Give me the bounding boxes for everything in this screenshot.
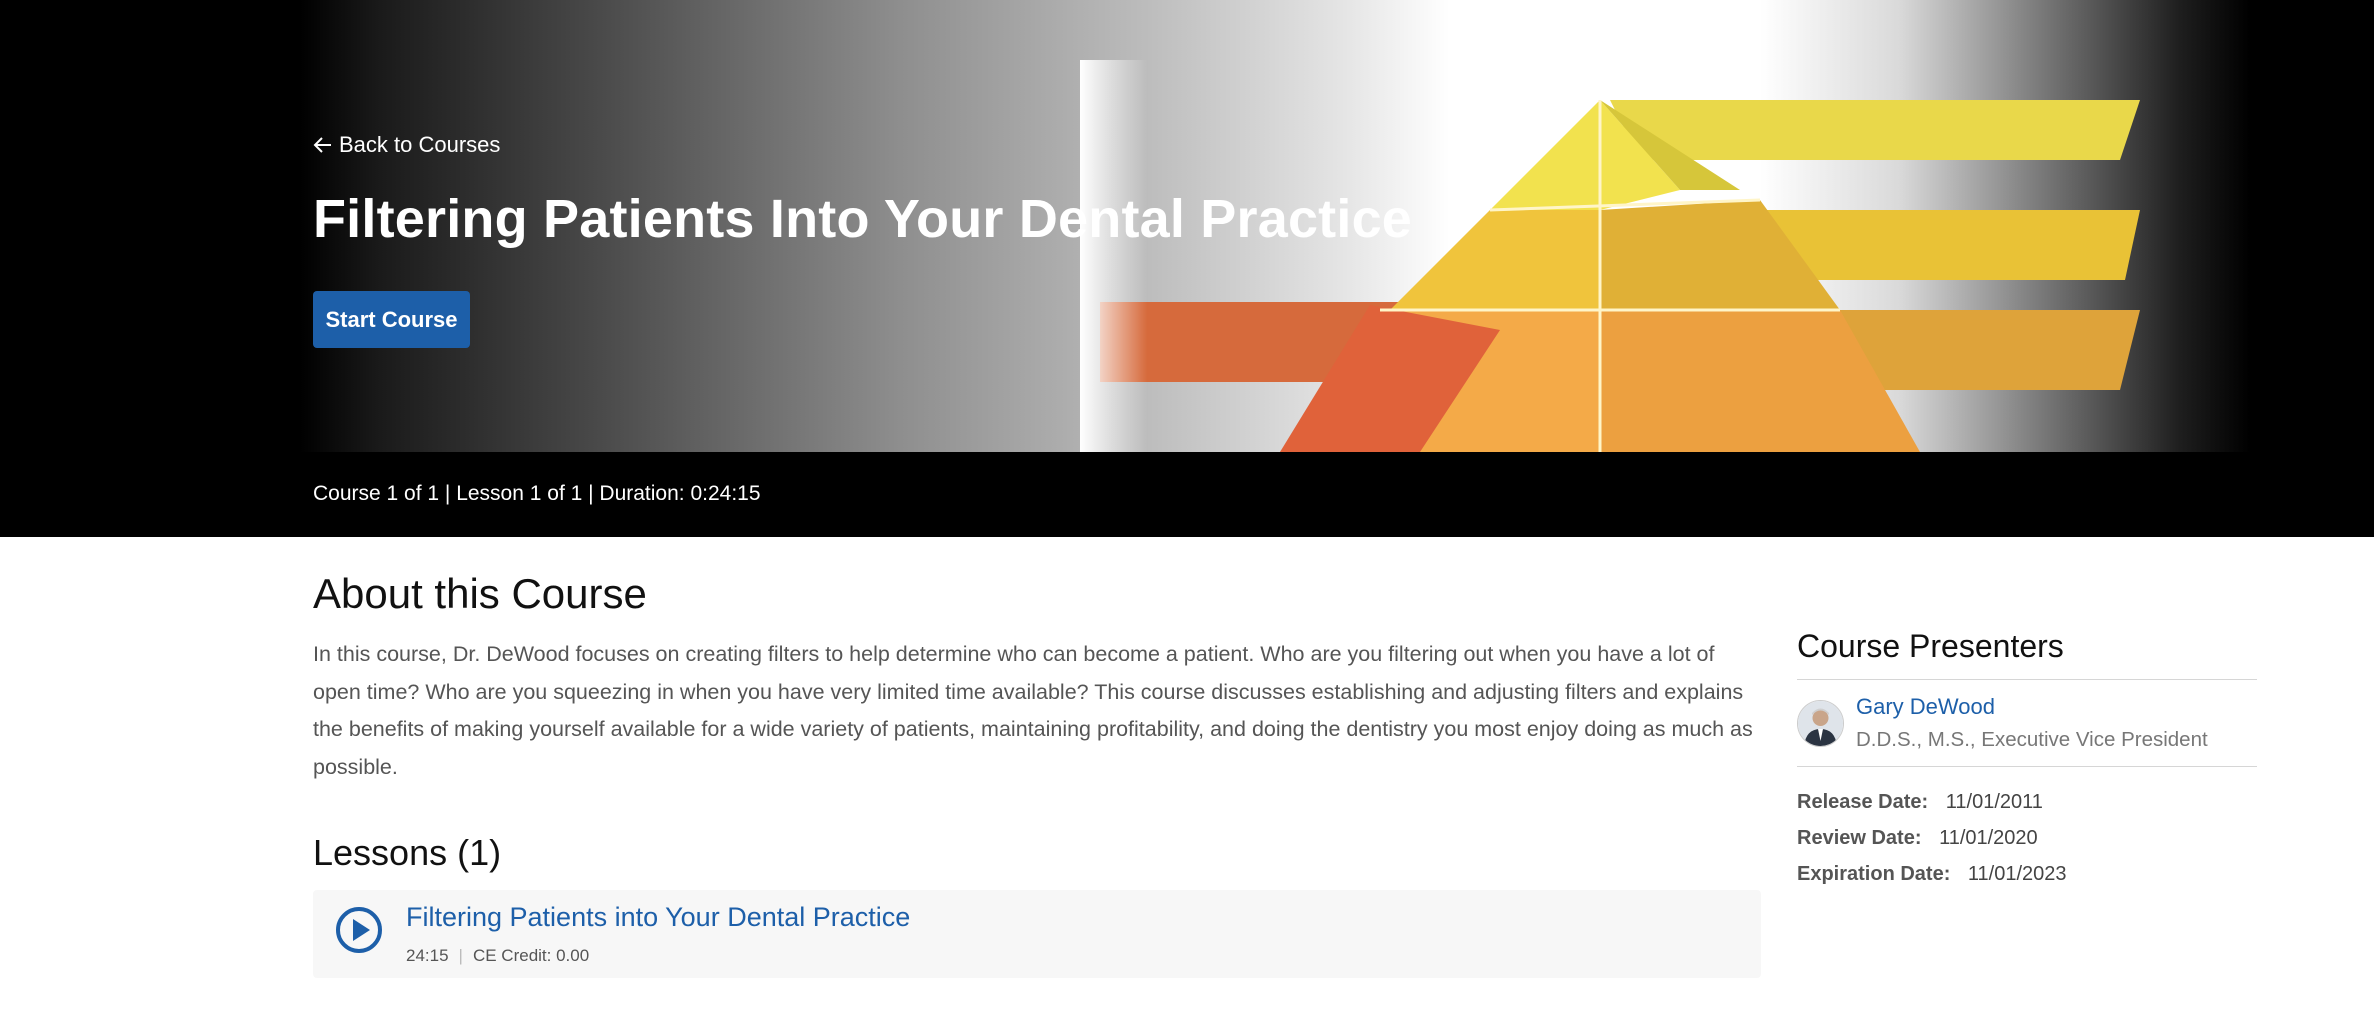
review-date-label: Review Date: — [1797, 827, 1922, 849]
presenters-title: Course Presenters — [1797, 628, 2064, 664]
release-date-label: Release Date: — [1797, 791, 1929, 813]
presenter-avatar — [1797, 699, 1844, 747]
course-title: Filtering Patients Into Your Dental Prac… — [313, 189, 1413, 249]
release-date-value: 11/01/2011 — [1945, 791, 2043, 813]
release-date-row: Release Date: 11/01/2011 — [1797, 791, 2257, 814]
expiration-date-label: Expiration Date: — [1797, 863, 1951, 885]
arrow-left-icon — [313, 137, 331, 153]
presenter-role: D.D.S., M.S., Executive Vice President — [1856, 728, 2208, 751]
play-circle-icon[interactable] — [335, 906, 383, 954]
back-link-label: Back to Courses — [339, 132, 501, 157]
course-meta-text: Course 1 of 1 | Lesson 1 of 1 | Duration… — [313, 482, 761, 505]
lesson-item[interactable]: Filtering Patients into Your Dental Prac… — [313, 890, 1761, 978]
lesson-meta: 24:15 | CE Credit: 0.00 — [406, 946, 589, 966]
presenter-name-link[interactable]: Gary DeWood — [1856, 694, 2208, 720]
meta-separator: | — [458, 946, 463, 965]
divider — [1797, 766, 2257, 767]
course-hero: Back to Courses Filtering Patients Into … — [0, 0, 2374, 452]
back-to-courses-link[interactable]: Back to Courses — [313, 132, 500, 158]
lesson-title-link[interactable]: Filtering Patients into Your Dental Prac… — [406, 902, 910, 933]
lesson-duration: 24:15 — [406, 946, 449, 965]
pyramid-illustration — [1080, 60, 2200, 452]
about-section-title: About this Course — [313, 570, 647, 617]
course-dates: Release Date: 11/01/2011 Review Date: 11… — [1797, 791, 2257, 886]
presenter-card: Gary DeWood D.D.S., M.S., Executive Vice… — [1797, 680, 2257, 766]
course-sidebar: Course Presenters Gary DeWood D.D.S., M.… — [1797, 628, 2257, 899]
lesson-ce-credit: CE Credit: 0.00 — [472, 946, 590, 965]
expiration-date-value: 11/01/2023 — [1967, 863, 2067, 885]
review-date-value: 11/01/2020 — [1939, 827, 2038, 849]
expiration-date-row: Expiration Date: 11/01/2023 — [1797, 863, 2257, 886]
review-date-row: Review Date: 11/01/2020 — [1797, 827, 2257, 850]
course-description: In this course, Dr. DeWood focuses on cr… — [313, 642, 1753, 779]
lessons-section-title: Lessons (1) — [313, 832, 502, 873]
start-course-button[interactable]: Start Course — [313, 291, 470, 348]
